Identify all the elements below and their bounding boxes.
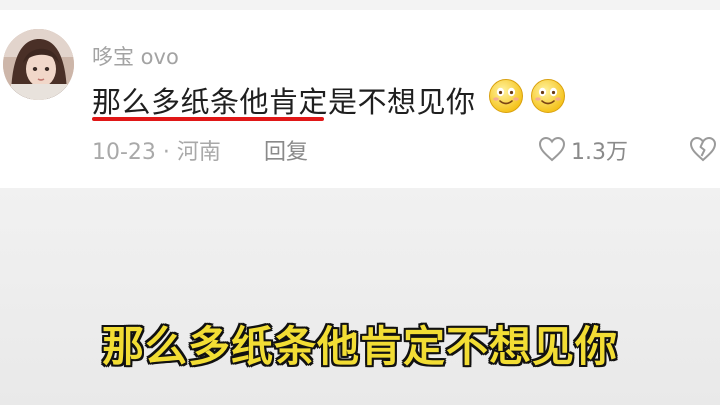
video-subtitle: 那么多纸条他肯定不想见你 bbox=[101, 322, 618, 371]
avatar[interactable] bbox=[3, 29, 74, 100]
smiling-face-icon bbox=[531, 79, 565, 113]
comment-text: 那么多纸条他肯定是不想见你 bbox=[92, 85, 476, 119]
heart-icon bbox=[538, 136, 566, 162]
broken-heart-icon[interactable] bbox=[688, 136, 718, 162]
smiling-face-icon bbox=[489, 79, 523, 113]
red-underline-annotation bbox=[92, 117, 324, 121]
comment-meta: 10-23 · 河南 bbox=[92, 140, 221, 165]
reply-button[interactable]: 回复 bbox=[264, 134, 308, 166]
like-count: 1.3万 bbox=[571, 140, 628, 165]
username[interactable]: 哆宝 ovo bbox=[92, 41, 179, 71]
top-strip bbox=[0, 0, 720, 10]
